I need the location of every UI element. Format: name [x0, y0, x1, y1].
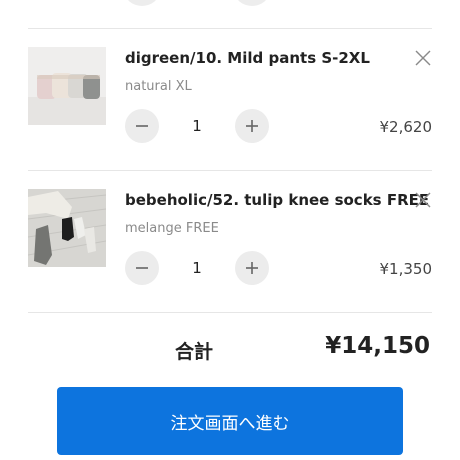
total-amount: ¥14,150	[325, 333, 430, 359]
plus-icon	[246, 262, 258, 274]
divider	[28, 170, 432, 171]
decrease-quantity-button[interactable]	[125, 251, 159, 285]
quantity-stepper: 1	[125, 109, 271, 143]
product-thumbnail[interactable]	[28, 189, 106, 267]
divider	[28, 312, 432, 313]
plus-icon	[246, 120, 258, 132]
product-name[interactable]: bebeholic/52. tulip knee socks FREE	[125, 191, 429, 209]
total-label: 合計	[175, 341, 214, 363]
previous-item-plus-button[interactable]	[235, 0, 269, 6]
proceed-to-order-label: 注文画面へ進む	[170, 413, 290, 434]
remove-item-button[interactable]	[414, 191, 432, 209]
quantity-value: 1	[192, 117, 202, 135]
product-variant: melange FREE	[125, 221, 219, 236]
quantity-stepper: 1	[125, 251, 271, 285]
increase-quantity-button[interactable]	[235, 109, 269, 143]
cart-item: digreen/10. Mild pants S-2XL natural XL …	[28, 47, 432, 177]
increase-quantity-button[interactable]	[235, 251, 269, 285]
item-price: ¥1,350	[379, 260, 433, 278]
decrease-quantity-button[interactable]	[125, 109, 159, 143]
close-icon	[415, 50, 431, 66]
product-variant: natural XL	[125, 79, 192, 94]
item-price: ¥2,620	[379, 118, 433, 136]
proceed-to-order-button[interactable]: 注文画面へ進む	[57, 387, 403, 455]
minus-icon	[136, 125, 148, 127]
socks-product-photo-icon	[28, 189, 106, 267]
cart-item: bebeholic/52. tulip knee socks FREE mela…	[28, 189, 432, 319]
close-icon	[415, 192, 431, 208]
product-name[interactable]: digreen/10. Mild pants S-2XL	[125, 49, 370, 67]
remove-item-button[interactable]	[414, 49, 432, 67]
divider	[28, 28, 432, 29]
product-thumbnail[interactable]	[28, 47, 106, 125]
minus-icon	[136, 267, 148, 269]
pants-product-photo-icon	[28, 47, 106, 125]
previous-item-minus-button[interactable]	[125, 0, 159, 6]
quantity-value: 1	[192, 259, 202, 277]
